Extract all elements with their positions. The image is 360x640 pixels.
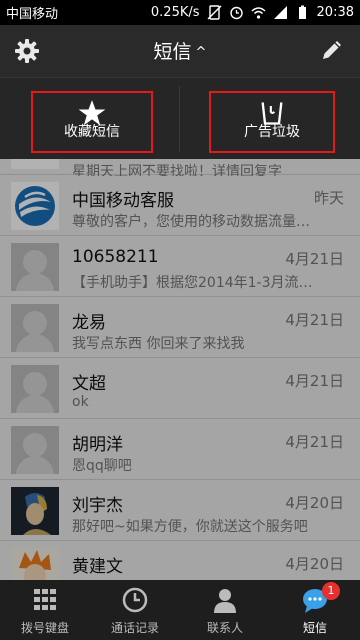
conversation-row[interactable]: 黄建文 4月20日 — [0, 542, 360, 580]
conversation-preview: ok — [72, 394, 89, 410]
person-icon — [214, 589, 236, 613]
conversation-row[interactable]: 胡明洋 4月21日 恩qq聊吧 — [0, 420, 360, 480]
conversation-time: 4月21日 — [285, 372, 344, 390]
tab-dialpad-label: 拨号键盘 — [20, 621, 69, 635]
message-filter-dropdown: 收藏短信 广告垃圾 — [0, 77, 360, 159]
conversation-name: 龙易 — [72, 313, 106, 333]
battery-icon — [298, 5, 306, 19]
conversation-name: 10658211 — [72, 247, 159, 267]
net-speed: 0.25K/s — [150, 5, 200, 20]
spam-messages-label: 广告垃圾 — [244, 124, 300, 140]
contact-photo-avatar — [11, 487, 59, 535]
conversation-preview: 那好吧~如果方便，你就送这个服务吧 — [72, 519, 308, 535]
tab-messages-label: 短信 — [302, 621, 327, 635]
conversation-row[interactable]: 星期天上网不要找啦！详情回复字 — [0, 159, 360, 180]
conversation-time: 4月20日 — [285, 494, 344, 512]
favorite-messages-button[interactable]: 收藏短信 — [31, 91, 153, 153]
conversation-time: 昨天 — [313, 189, 344, 207]
tab-contacts[interactable]: 联系人 — [180, 580, 270, 640]
tab-dialpad[interactable]: 拨号键盘 — [0, 580, 90, 640]
conversation-time: 4月21日 — [285, 433, 344, 451]
tab-messages[interactable]: 1 短信 — [270, 580, 360, 640]
conversation-time: 4月21日 — [285, 250, 344, 268]
tab-call-log-label: 通话记录 — [110, 621, 159, 635]
conversation-preview: 恩qq聊吧 — [72, 458, 132, 474]
no-sim-icon — [207, 5, 222, 20]
title-bar: 短信 ^ — [0, 25, 360, 77]
conversation-time: 4月20日 — [285, 555, 344, 573]
conversation-name: 胡明洋 — [72, 435, 123, 455]
clock-time: 20:38 — [316, 5, 354, 20]
conversation-row[interactable]: 文超 4月21日 ok — [0, 359, 360, 419]
conversation-name: 中国移动客服 — [72, 191, 174, 211]
page-title-text: 短信 — [153, 41, 192, 63]
default-avatar — [11, 426, 59, 474]
unread-badge: 1 — [322, 582, 340, 600]
conversation-row[interactable]: 中国移动客服 昨天 尊敬的客户，您使用的移动数据流量… — [0, 176, 360, 236]
conversation-preview: 【手机助手】根据您2014年1-3月流… — [72, 275, 313, 291]
conversation-preview: 尊敬的客户，您使用的移动数据流量… — [72, 214, 310, 230]
signal-icon — [273, 6, 287, 19]
conversation-preview: 我写点东西 你回来了来找我 — [72, 336, 245, 352]
default-avatar — [11, 304, 59, 352]
page-title[interactable]: 短信 ^ — [0, 37, 360, 64]
wifi-icon — [251, 7, 266, 19]
tab-call-log[interactable]: 通话记录 — [90, 580, 180, 640]
bottom-tab-bar: 拨号键盘 通话记录 联系人 1 短信 — [0, 580, 360, 640]
alarm-icon — [229, 6, 243, 20]
dropdown-divider — [179, 86, 180, 152]
conversation-row[interactable]: 龙易 4月21日 我写点东西 你回来了来找我 — [0, 298, 360, 358]
conversation-row[interactable]: 刘宇杰 4月20日 那好吧~如果方便，你就送这个服务吧 — [0, 481, 360, 541]
default-avatar — [11, 365, 59, 413]
conversation-time: 4月21日 — [285, 311, 344, 329]
conversation-name: 文超 — [72, 374, 106, 394]
tab-contacts-label: 联系人 — [206, 621, 243, 635]
conversation-name: 黄建文 — [72, 557, 123, 577]
conversation-name: 刘宇杰 — [72, 496, 123, 516]
clock-icon — [122, 587, 148, 613]
china-mobile-avatar — [11, 159, 59, 169]
conversation-list[interactable]: 星期天上网不要找啦！详情回复字 中国移动客服 昨天 尊敬的客户，您使用的移动数据… — [0, 159, 360, 580]
conversation-row[interactable]: 10658211 4月21日 【手机助手】根据您2014年1-3月流… — [0, 237, 360, 297]
collapse-caret-icon: ^ — [195, 45, 207, 60]
spam-messages-button[interactable]: 广告垃圾 — [209, 91, 335, 153]
china-mobile-logo — [11, 182, 59, 230]
carrier-label: 中国移动 — [6, 7, 59, 22]
favorite-messages-label: 收藏短信 — [64, 124, 120, 140]
compose-pencil-icon[interactable] — [320, 38, 344, 62]
dialpad-icon — [34, 589, 56, 610]
contact-photo-avatar — [11, 548, 59, 580]
status-bar: 中国移动 0.25K/s 20:38 — [0, 0, 360, 25]
default-avatar — [11, 243, 59, 291]
